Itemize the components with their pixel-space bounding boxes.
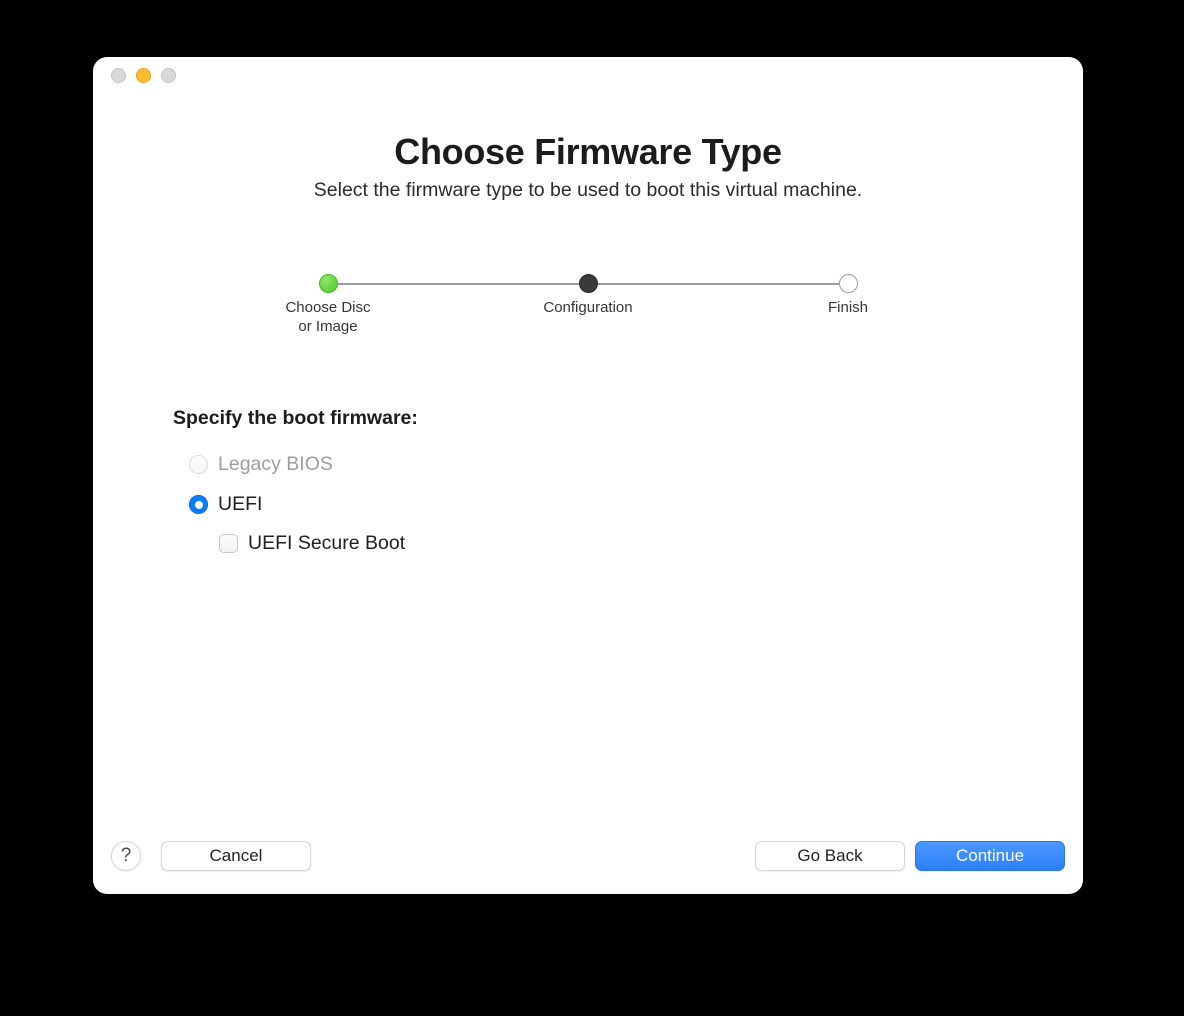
continue-button[interactable]: Continue xyxy=(915,841,1065,871)
radio-label: Legacy BIOS xyxy=(218,453,333,476)
radio-icon xyxy=(189,455,208,474)
header: Choose Firmware Type Select the firmware… xyxy=(93,93,1083,202)
step-finish: Finish xyxy=(788,274,908,318)
radio-legacy-bios: Legacy BIOS xyxy=(189,448,1083,482)
radio-selected-icon[interactable] xyxy=(189,495,208,514)
step-dot-current-icon xyxy=(579,274,598,293)
minimize-window-icon[interactable] xyxy=(136,68,151,83)
step-label: Choose Disc or Image xyxy=(285,299,370,337)
checkbox-label: UEFI Secure Boot xyxy=(248,532,405,555)
section-label: Specify the boot firmware: xyxy=(173,407,1083,430)
page-subtitle: Select the firmware type to be used to b… xyxy=(93,179,1083,202)
form-area: Specify the boot firmware: Legacy BIOS U… xyxy=(93,337,1083,562)
step-configuration: Configuration xyxy=(528,274,648,318)
step-label: Configuration xyxy=(543,299,632,318)
step-choose-disc: Choose Disc or Image xyxy=(268,274,388,337)
cancel-button[interactable]: Cancel xyxy=(161,841,311,871)
titlebar xyxy=(93,57,1083,93)
step-label: Finish xyxy=(828,299,868,318)
radio-label: UEFI xyxy=(218,493,262,516)
checkbox-secure-boot[interactable]: UEFI Secure Boot xyxy=(189,526,1083,562)
content-area: Choose Firmware Type Select the firmware… xyxy=(93,93,1083,832)
progress-stepper: Choose Disc or Image Configuration Finis… xyxy=(268,274,908,337)
wizard-window: Choose Firmware Type Select the firmware… xyxy=(93,57,1083,894)
radio-uefi[interactable]: UEFI xyxy=(189,488,1083,522)
step-dot-pending-icon xyxy=(839,274,858,293)
firmware-radio-group: Legacy BIOS UEFI UEFI Secure Boot xyxy=(173,448,1083,562)
step-dot-done-icon xyxy=(319,274,338,293)
page-title: Choose Firmware Type xyxy=(93,131,1083,173)
help-button[interactable]: ? xyxy=(111,841,141,871)
maximize-window-icon[interactable] xyxy=(161,68,176,83)
checkbox-icon[interactable] xyxy=(219,534,238,553)
footer: ? Cancel Go Back Continue xyxy=(93,832,1083,894)
go-back-button[interactable]: Go Back xyxy=(755,841,905,871)
close-window-icon[interactable] xyxy=(111,68,126,83)
